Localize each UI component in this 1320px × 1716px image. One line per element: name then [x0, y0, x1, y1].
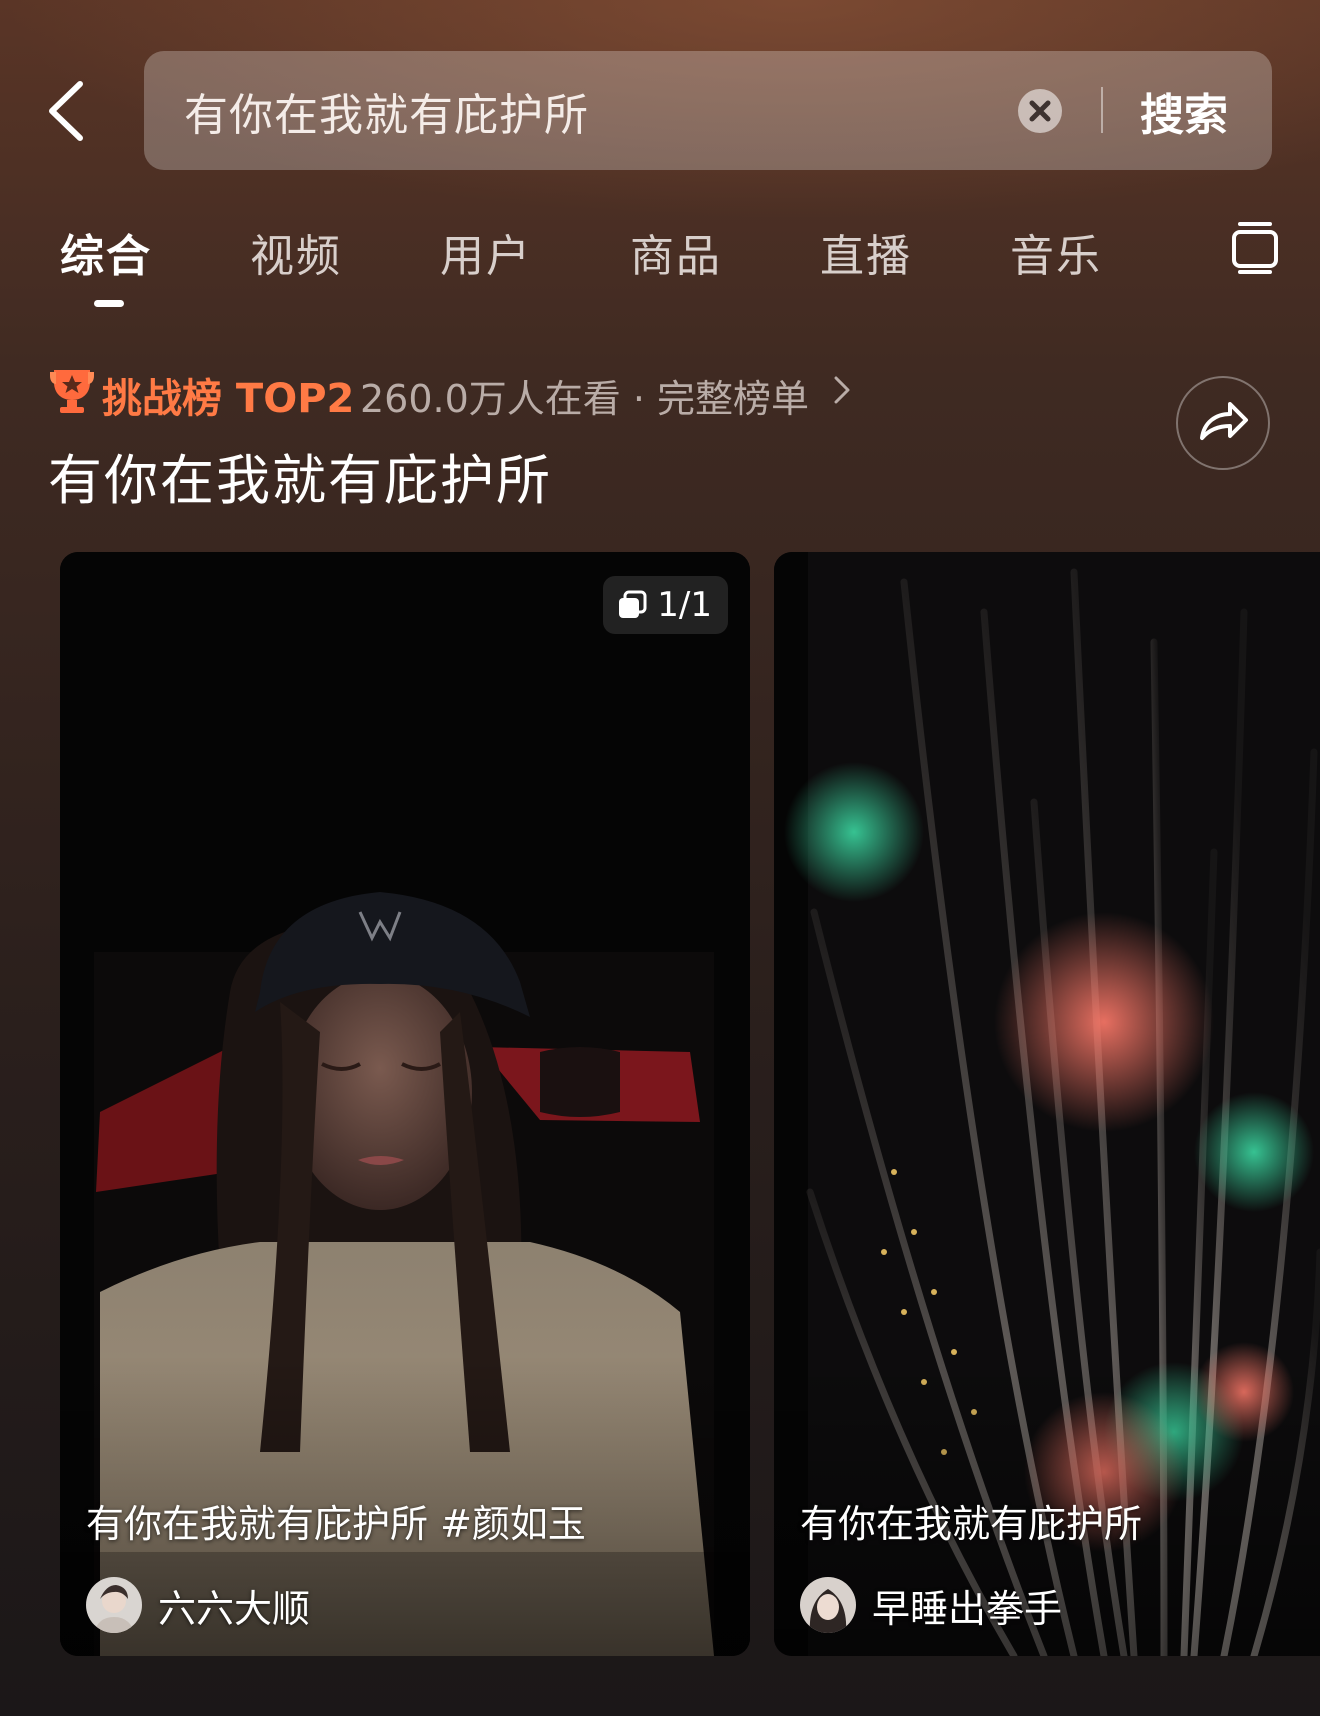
challenge-rank-row[interactable]: 挑战榜 TOP2 260.0万人在看 · 完整榜单 [48, 362, 1148, 422]
card-author[interactable]: 六六大顺 [86, 1576, 310, 1634]
tabs-more-button[interactable] [1230, 220, 1280, 276]
active-tab-indicator [94, 300, 124, 307]
viewers-count[interactable]: 260.0万人在看 · 完整榜单 [360, 368, 809, 423]
search-input[interactable]: 有你在我就有庇护所 [184, 79, 589, 143]
card-caption: 有你在我就有庇护所 [800, 1502, 1143, 1546]
back-button[interactable] [40, 78, 96, 144]
search-button[interactable]: 搜索 [1140, 79, 1228, 143]
avatar[interactable] [800, 1577, 856, 1633]
tab-video[interactable]: 视频 [250, 220, 342, 284]
layout-toggle-icon [1232, 222, 1278, 274]
search-bar[interactable]: 有你在我就有庇护所 搜索 [144, 51, 1272, 170]
clear-search-button[interactable] [1018, 89, 1062, 133]
gallery-icon [619, 590, 647, 618]
challenge-rank-label: 挑战榜 TOP2 [102, 376, 355, 422]
photo-counter-text: 1/1 [657, 585, 712, 625]
photo-counter: 1/1 [603, 576, 728, 634]
author-name[interactable]: 早睡出拳手 [872, 1578, 1062, 1633]
tab-comprehensive[interactable]: 综合 [60, 220, 152, 284]
topic-title: 有你在我就有庇护所 [48, 449, 552, 512]
tab-music[interactable]: 音乐 [1010, 220, 1102, 284]
chevron-left-icon [49, 81, 83, 141]
chevron-right-icon [834, 376, 850, 404]
tab-live[interactable]: 直播 [820, 220, 912, 284]
search-divider [1101, 87, 1103, 133]
trophy-icon [50, 370, 94, 413]
avatar-image [800, 1577, 856, 1633]
video-card[interactable]: 1/1 有你在我就有庇护所 #颜如玉 六六大顺 [60, 552, 750, 1656]
card-author[interactable]: 早睡出拳手 [800, 1576, 1062, 1634]
tab-products[interactable]: 商品 [630, 220, 722, 284]
close-circle-icon [1029, 100, 1051, 122]
share-button[interactable] [1176, 376, 1270, 470]
search-tabs: 综合 视频 用户 商品 直播 音乐 [0, 220, 1320, 310]
card-caption: 有你在我就有庇护所 #颜如玉 [86, 1502, 586, 1546]
tab-users[interactable]: 用户 [440, 220, 532, 284]
author-name[interactable]: 六六大顺 [158, 1578, 310, 1633]
video-card[interactable]: 有你在我就有庇护所 早睡出拳手 [774, 552, 1320, 1656]
avatar-image [86, 1577, 142, 1633]
avatar[interactable] [86, 1577, 142, 1633]
share-arrow-icon [1200, 402, 1248, 440]
